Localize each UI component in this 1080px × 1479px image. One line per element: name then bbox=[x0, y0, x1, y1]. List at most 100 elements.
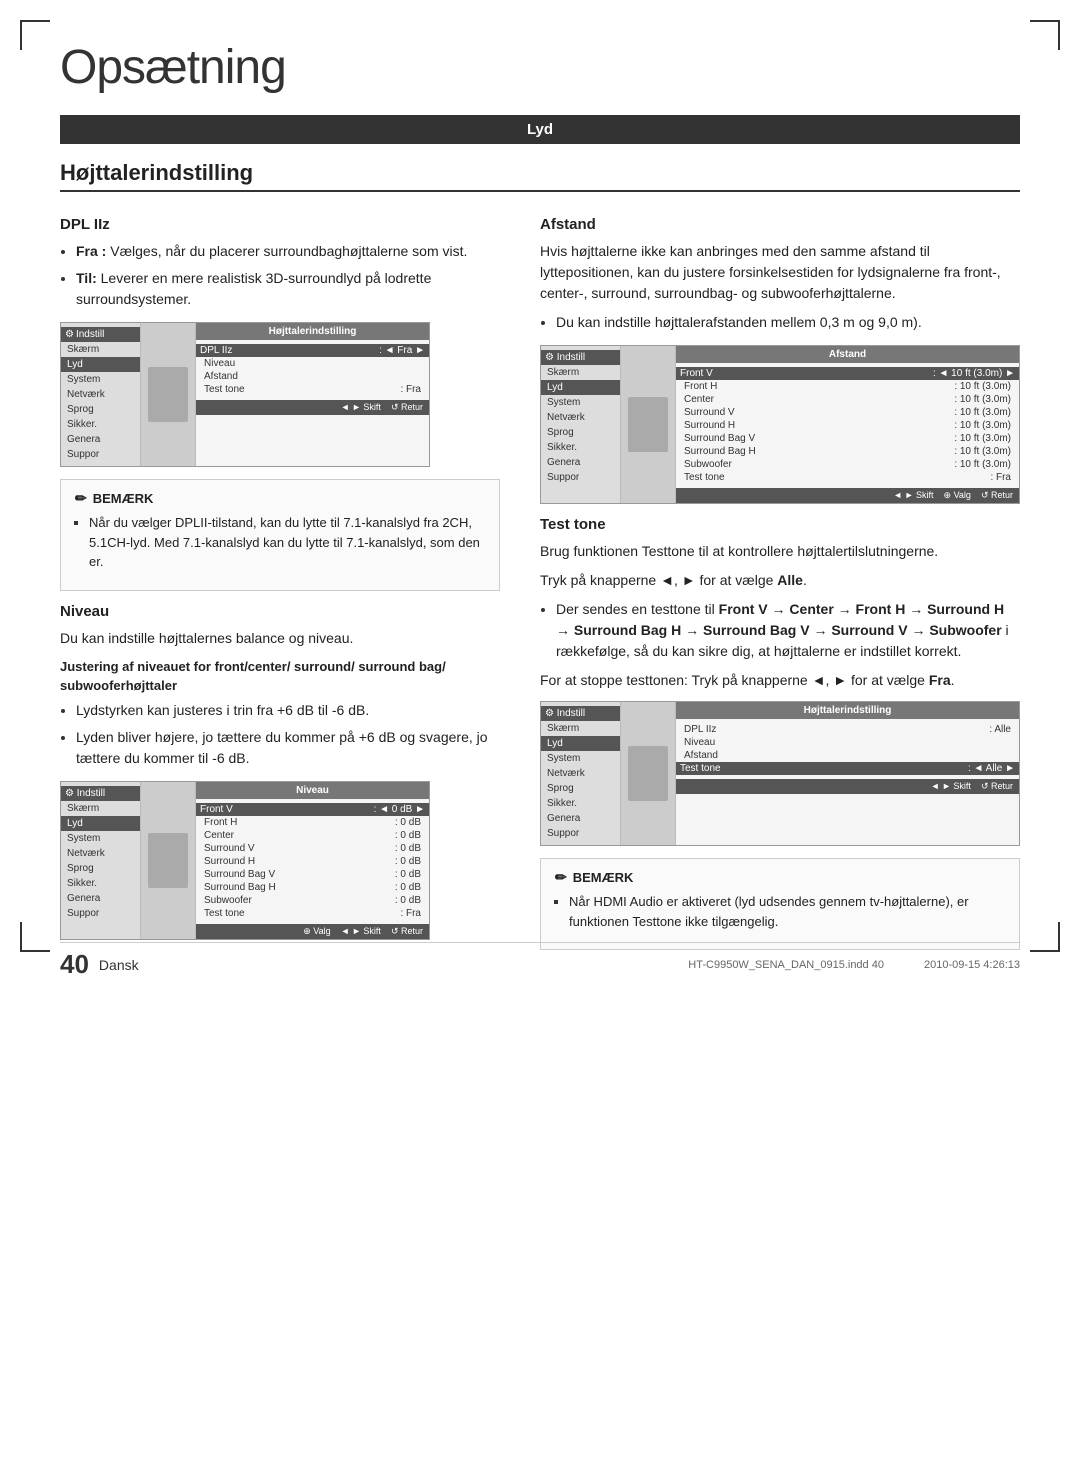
testtone-row-dplllz: DPL IIz : Alle bbox=[684, 723, 1011, 736]
afstand-row-subwoofer: Subwoofer : 10 ft (3.0m) bbox=[684, 458, 1011, 471]
afstand-sidebar-genera: Genera bbox=[541, 455, 620, 470]
niveau-sidebar-system: System bbox=[61, 831, 140, 846]
dpl-sidebar-sprog: Sprog bbox=[61, 402, 140, 417]
dpl-screen: ⚙ Indstill Skærm Lyd System Netværk Spro… bbox=[60, 322, 430, 467]
afstand-sidebar-netvaerk: Netværk bbox=[541, 410, 620, 425]
footer-file-info: HT-C9950W_SENA_DAN_0915.indd 40 2010-09-… bbox=[688, 959, 1020, 971]
afstand-speaker-image bbox=[621, 346, 676, 503]
niveau-row-surroundbagv: Surround Bag V : 0 dB bbox=[204, 868, 421, 881]
niveau-row-testtone: Test tone : Fra bbox=[204, 907, 421, 920]
niveau-sidebar-sikker: Sikker. bbox=[61, 876, 140, 891]
bemerk-list-1: Når du vælger DPLII-tilstand, kan du lyt… bbox=[89, 513, 485, 572]
testtone-sidebar-skarm: Skærm bbox=[541, 721, 620, 736]
afstand-row-surroundbagv: Surround Bag V : 10 ft (3.0m) bbox=[684, 432, 1011, 445]
testtone-screen-sidebar: ⚙ Indstill Skærm Lyd System Netværk Spro… bbox=[541, 702, 621, 845]
testtone-sidebar-netvaerk: Netværk bbox=[541, 766, 620, 781]
niveau-sidebar-netvaerk: Netværk bbox=[61, 846, 140, 861]
bemerk-box-1: ✏ BEMÆRK Når du vælger DPLII-tilstand, k… bbox=[60, 479, 500, 591]
afstand-screen: ⚙ Indstill Skærm Lyd System Netværk Spro… bbox=[540, 345, 1020, 504]
niveau-gear-row: ⚙ Indstill bbox=[61, 786, 140, 801]
page-number: 40 bbox=[60, 949, 89, 980]
afstand-sidebar-system: System bbox=[541, 395, 620, 410]
testtone-sidebar-system: System bbox=[541, 751, 620, 766]
dpl-sidebar-system: System bbox=[61, 372, 140, 387]
afstand-gear-row: ⚙ Indstill bbox=[541, 350, 620, 365]
niveau-sidebar-lyd: Lyd bbox=[61, 816, 140, 831]
niveau-screen-sidebar: ⚙ Indstill Skærm Lyd System Netværk Spro… bbox=[61, 782, 141, 939]
testtone-content-body: DPL IIz : Alle Niveau Afstand Test t bbox=[676, 719, 1019, 779]
niveau-subtitle: Justering af niveauet for front/center/ … bbox=[60, 657, 500, 696]
testtone-screen-footer: ◄ ► Skift ↺ Retur bbox=[676, 779, 1019, 794]
niveau-sidebar-suppor: Suppor bbox=[61, 906, 140, 921]
niveau-speaker-image bbox=[141, 782, 196, 939]
niveau-row-surroundh: Surround H : 0 dB bbox=[204, 855, 421, 868]
dpl-title: DPL IIz bbox=[60, 216, 500, 233]
bemerk-list-2: Når HDMI Audio er aktiveret (lyd udsende… bbox=[569, 892, 1005, 931]
dpl-screen-sidebar: ⚙ Indstill Skærm Lyd System Netværk Spro… bbox=[61, 323, 141, 466]
afstand-row-center: Center : 10 ft (3.0m) bbox=[684, 393, 1011, 406]
dpl-bullet-2: Til: Leverer en mere realistisk 3D-surro… bbox=[76, 268, 500, 310]
bemerk-item-2-1: Når HDMI Audio er aktiveret (lyd udsende… bbox=[569, 892, 1005, 931]
bemerk-title-1: ✏ BEMÆRK bbox=[75, 490, 485, 507]
afstand-row-surroundbagh: Surround Bag H : 10 ft (3.0m) bbox=[684, 445, 1011, 458]
dpl-sidebar-netvaerk: Netværk bbox=[61, 387, 140, 402]
dpl-bullet-1: Fra : Vælges, når du placerer surroundba… bbox=[76, 241, 500, 262]
niveau-screen-footer: ⊕ Valg ◄ ► Skift ↺ Retur bbox=[196, 924, 429, 939]
niveau-row-subwoofer: Subwoofer : 0 dB bbox=[204, 894, 421, 907]
niveau-sidebar-sprog: Sprog bbox=[61, 861, 140, 876]
testtone-gear-row: ⚙ Indstill bbox=[541, 706, 620, 721]
niveau-row-fronth: Front H : 0 dB bbox=[204, 816, 421, 829]
dpl-row-niveau: Niveau bbox=[204, 357, 421, 370]
pencil-icon-2: ✏ bbox=[555, 869, 567, 886]
niveau-bullets: Lydstyrken kan justeres i trin fra +6 dB… bbox=[76, 700, 500, 769]
dpl-sidebar-genera: Genera bbox=[61, 432, 140, 447]
dpl-gear-row: ⚙ Indstill bbox=[61, 327, 140, 342]
afstand-content-body: Front V : ◄ 10 ft (3.0m) ► Front H : 10 … bbox=[676, 363, 1019, 488]
afstand-bullets: Du kan indstille højttalerafstanden mell… bbox=[556, 312, 1020, 333]
dpl-speaker-image bbox=[141, 323, 196, 466]
testtone-row-niveau: Niveau bbox=[684, 736, 1011, 749]
niveau-intro: Du kan indstille højttalernes balance og… bbox=[60, 628, 500, 649]
niveau-screen-content: Niveau Front V : ◄ 0 dB ► Front H : 0 dB… bbox=[196, 782, 429, 939]
dpl-sidebar-lyd: Lyd bbox=[61, 357, 140, 372]
testtone-instruction1: Tryk på knapperne ◄, ► for at vælge Alle… bbox=[540, 570, 1020, 591]
afstand-row-frontv: Front V : ◄ 10 ft (3.0m) ► bbox=[676, 367, 1019, 380]
afstand-sidebar-sikker: Sikker. bbox=[541, 440, 620, 455]
afstand-title: Afstand bbox=[540, 216, 1020, 233]
dpl-row-testtone: Test tone : Fra bbox=[204, 383, 421, 396]
testtone-row-afstand: Afstand bbox=[684, 749, 1011, 762]
testtone-screen-content: Højttalerindstilling DPL IIz : Alle Nive… bbox=[676, 702, 1019, 845]
afstand-sidebar-skarm: Skærm bbox=[541, 365, 620, 380]
page-footer: 40 Dansk HT-C9950W_SENA_DAN_0915.indd 40… bbox=[60, 942, 1020, 980]
testtone-title: Test tone bbox=[540, 516, 1020, 533]
footer-date: 2010-09-15 4:26:13 bbox=[924, 959, 1020, 971]
testtone-bullets: Der sendes en testtone til Front V → Cen… bbox=[556, 599, 1020, 662]
dpl-sidebar-sikker: Sikker. bbox=[61, 417, 140, 432]
dpl-screen-content: Højttalerindstilling DPL IIz : ◄ Fra ► N… bbox=[196, 323, 429, 466]
testtone-intro: Brug funktionen Testtone til at kontroll… bbox=[540, 541, 1020, 562]
bemerk-item-1-1: Når du vælger DPLII-tilstand, kan du lyt… bbox=[89, 513, 485, 572]
niveau-row-surroundbagh: Surround Bag H : 0 dB bbox=[204, 881, 421, 894]
afstand-screen-footer: ◄ ► Skift ⊕ Valg ↺ Retur bbox=[676, 488, 1019, 503]
dpl-row-afstand: Afstand bbox=[204, 370, 421, 383]
afstand-sidebar-lyd: Lyd bbox=[541, 380, 620, 395]
niveau-title: Niveau bbox=[60, 603, 500, 620]
dpl-content-title: Højttalerindstilling bbox=[196, 323, 429, 340]
lyd-header: Lyd bbox=[60, 115, 1020, 144]
niveau-sidebar-genera: Genera bbox=[61, 891, 140, 906]
niveau-screen: ⚙ Indstill Skærm Lyd System Netværk Spro… bbox=[60, 781, 430, 940]
left-column: DPL IIz Fra : Vælges, når du placerer su… bbox=[60, 206, 500, 962]
pencil-icon-1: ✏ bbox=[75, 490, 87, 507]
testtone-sidebar-sprog: Sprog bbox=[541, 781, 620, 796]
dpl-sidebar-skarm: Skærm bbox=[61, 342, 140, 357]
main-section-title: Højttalerindstilling bbox=[60, 160, 1020, 192]
testtone-instruction2: For at stoppe testtonen: Tryk på knapper… bbox=[540, 670, 1020, 691]
dpl-row-dplllz: DPL IIz : ◄ Fra ► bbox=[196, 344, 429, 357]
testtone-screen: ⚙ Indstill Skærm Lyd System Netværk Spro… bbox=[540, 701, 1020, 846]
page-number-block: 40 Dansk bbox=[60, 949, 139, 980]
dpl-sidebar-suppor: Suppor bbox=[61, 447, 140, 462]
afstand-row-surroundv: Surround V : 10 ft (3.0m) bbox=[684, 406, 1011, 419]
afstand-row-surroundh: Surround H : 10 ft (3.0m) bbox=[684, 419, 1011, 432]
right-column: Afstand Hvis højttalerne ikke kan anbrin… bbox=[540, 206, 1020, 962]
testtone-sidebar-sikker: Sikker. bbox=[541, 796, 620, 811]
